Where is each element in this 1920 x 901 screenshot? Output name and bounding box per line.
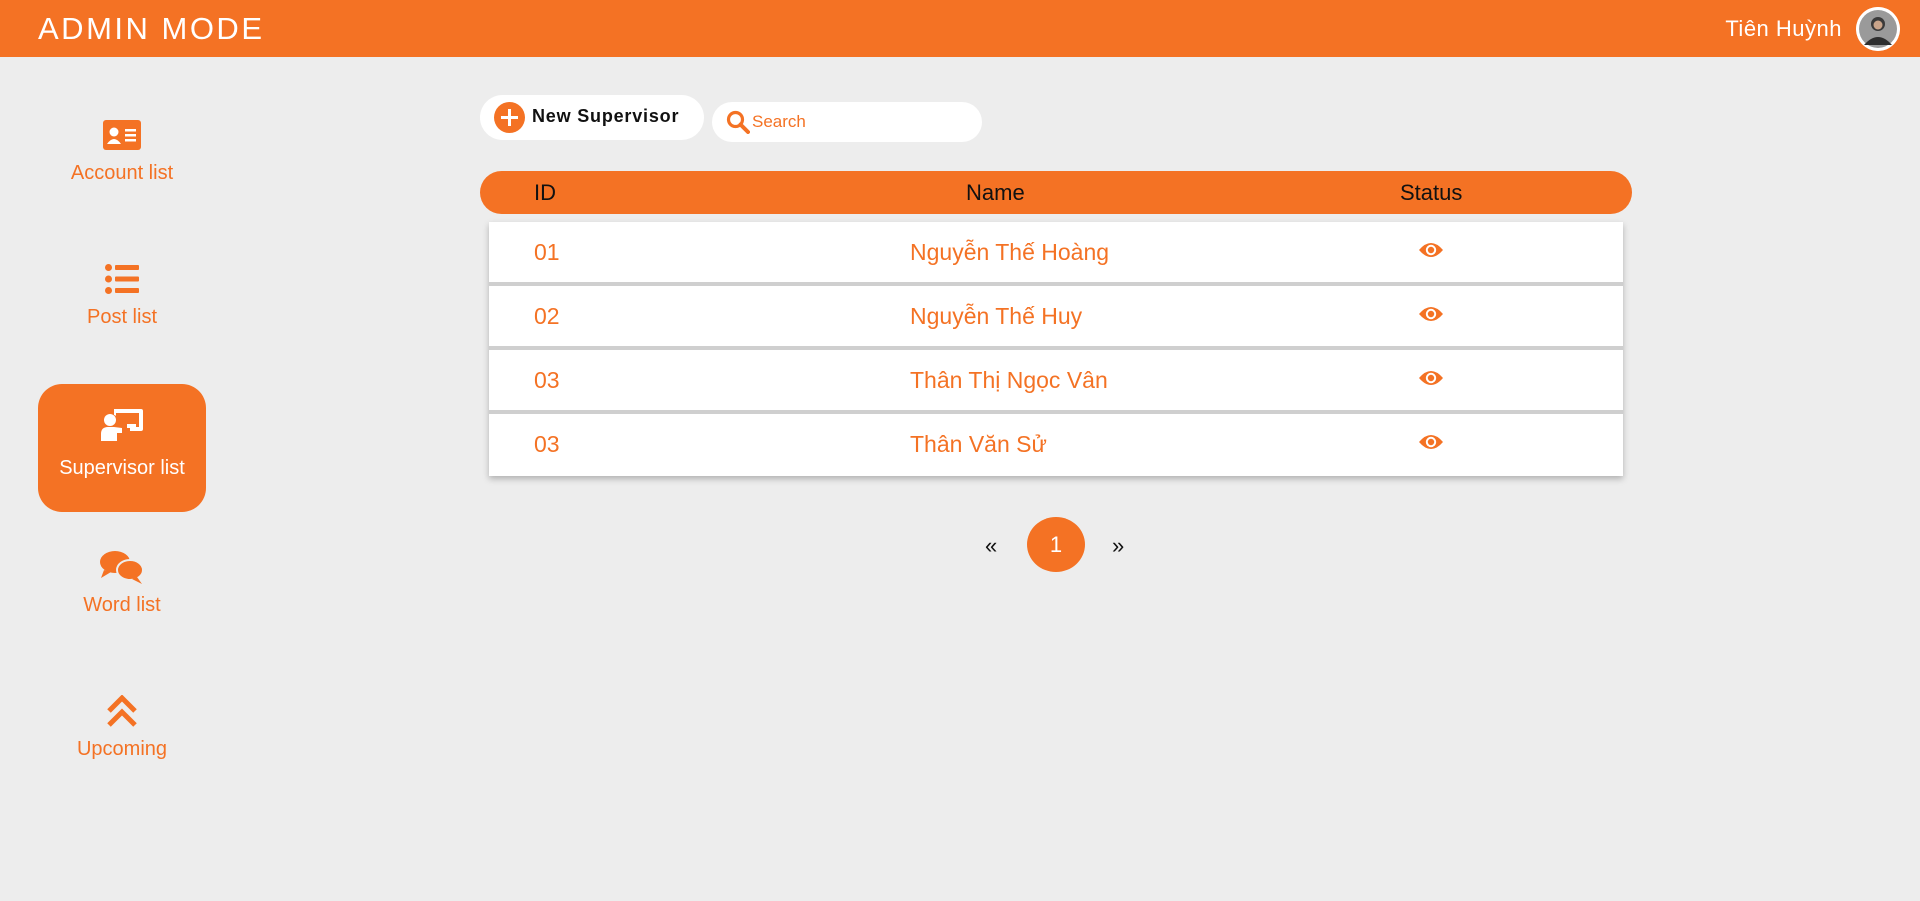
top-bar: ADMIN MODE Tiên Huỳnh [0,0,1920,57]
sidebar-item-account-list[interactable]: Account list [38,80,206,208]
pagination-next[interactable]: » [1112,533,1124,559]
search-input[interactable] [752,110,967,134]
plus-icon [494,102,525,133]
sidebar-item-label: Account list [70,162,174,184]
chalkboard-teacher-icon [38,406,206,442]
table-body: 01 Nguyễn Thế Hoàng 02 Nguyễn Thế Huy 03… [489,222,1623,476]
sidebar-item-word-list[interactable]: Word list [38,512,206,640]
table-row: 01 Nguyễn Thế Hoàng [489,222,1623,286]
table-header: ID Name Status [480,171,1632,214]
table-row: 03 Thân Thị Ngọc Vân [489,350,1623,414]
search-icon [726,110,750,139]
double-chevron-up-icon [38,693,206,729]
eye-icon[interactable] [1418,432,1444,457]
new-supervisor-button[interactable]: New Supervisor [480,95,704,140]
list-icon [38,261,206,297]
new-supervisor-label: New Supervisor [532,106,680,126]
sidebar-item-label: Post list [86,306,158,328]
column-header-status: Status [1400,180,1463,205]
eye-icon[interactable] [1418,368,1444,393]
sidebar-item-label: Supervisor list [59,457,185,479]
id-card-icon [38,117,206,153]
row-name: Thân Văn Sử [910,431,1047,457]
app-title: ADMIN MODE [38,11,265,46]
eye-icon[interactable] [1418,240,1444,265]
search-box[interactable] [712,102,982,142]
sidebar-item-upcoming[interactable]: Upcoming [38,656,206,784]
sidebar-item-post-list[interactable]: Post list [38,224,206,352]
eye-icon[interactable] [1418,304,1444,329]
row-id: 01 [534,239,560,265]
row-name: Nguyễn Thế Hoàng [910,239,1110,265]
pagination-page-current[interactable]: 1 [1027,517,1085,572]
row-id: 03 [534,431,560,457]
row-id: 02 [534,303,560,329]
column-header-name: Name [966,180,1025,205]
sidebar-item-supervisor-list[interactable]: Supervisor list [38,384,206,512]
column-header-id: ID [534,180,556,205]
table-row: 02 Nguyễn Thế Huy [489,286,1623,350]
comments-icon [38,549,206,585]
row-name: Thân Thị Ngọc Vân [910,367,1108,393]
row-id: 03 [534,367,560,393]
sidebar-item-label: Upcoming [76,738,168,760]
row-name: Nguyễn Thế Huy [910,303,1083,329]
pagination-prev[interactable]: « [985,533,997,559]
table-row: 03 Thân Văn Sử [489,414,1623,476]
avatar[interactable] [1856,7,1900,51]
sidebar-item-label: Word list [83,594,161,616]
user-name[interactable]: Tiên Huỳnh [1725,16,1842,42]
